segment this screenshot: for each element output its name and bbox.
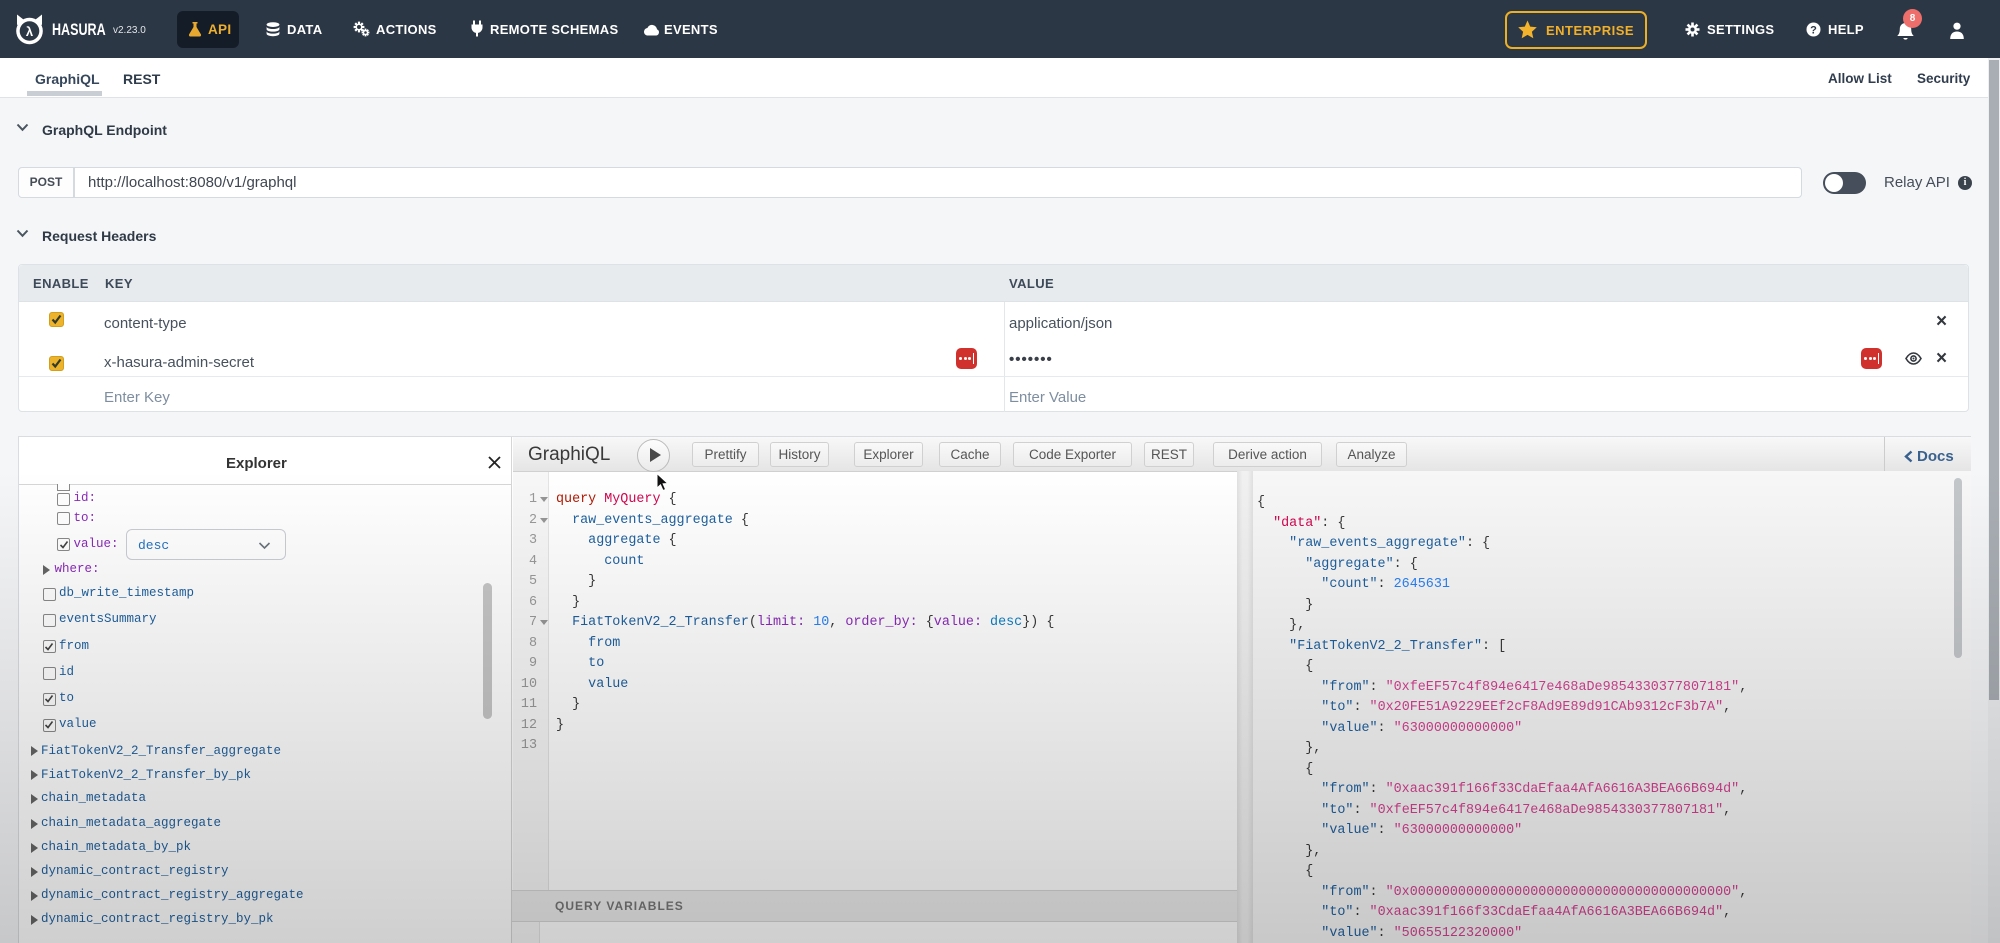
svg-text:λ: λ [26, 24, 34, 39]
svg-text:?: ? [1810, 24, 1817, 36]
